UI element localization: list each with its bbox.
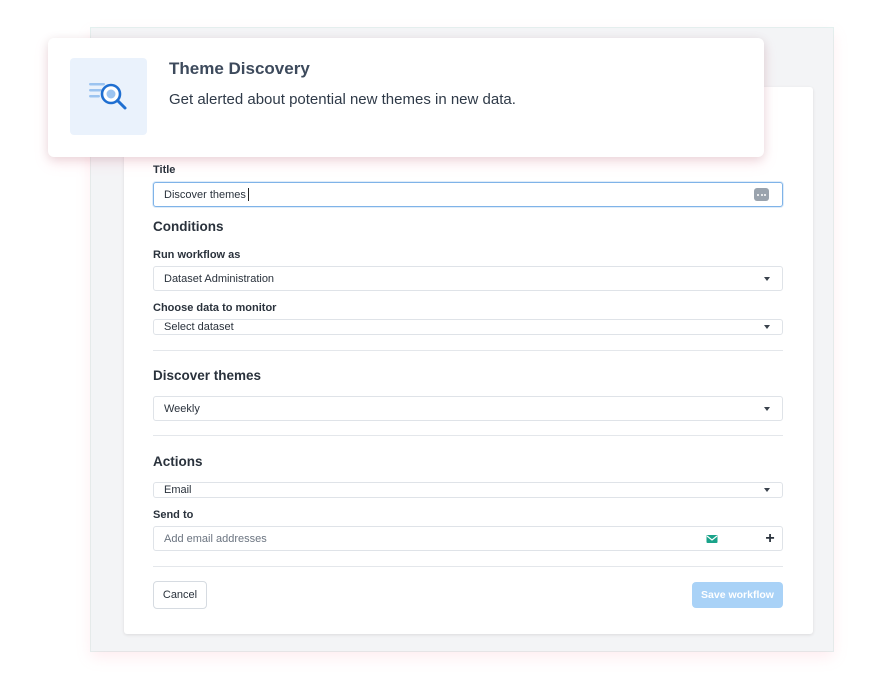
data-label: Choose data to monitor [153,302,277,314]
more-options-icon[interactable] [754,188,769,201]
title-label: Title [153,164,176,176]
title-input[interactable]: Discover themes [153,182,783,207]
header-icon-tile [70,58,147,135]
run-as-label: Run workflow as [153,249,241,261]
text-caret [247,188,249,201]
dataset-select[interactable]: Select dataset [153,319,783,335]
run-as-select[interactable]: Dataset Administration [153,266,783,291]
add-email-button[interactable]: + [758,526,783,551]
title-input-value: Discover themes [164,188,246,201]
cancel-button[interactable]: Cancel [153,581,207,609]
email-icon [706,535,718,543]
workflow-form-card [124,87,813,634]
chevron-down-icon [764,488,770,492]
search-magnify-icon [88,82,126,109]
chevron-down-icon [764,325,770,329]
discover-themes-heading: Discover themes [153,368,262,383]
divider [153,435,783,436]
theme-discovery-header: Theme Discovery Get alerted about potent… [48,38,764,157]
header-subtitle: Get alerted about potential new themes i… [169,91,516,108]
actions-heading: Actions [153,454,203,469]
conditions-heading: Conditions [153,219,224,234]
chevron-down-icon [764,276,770,281]
header-title: Theme Discovery [169,59,310,78]
action-select[interactable]: Email [153,482,783,498]
action-value: Email [164,484,192,496]
frequency-select[interactable]: Weekly [153,396,783,421]
divider [153,350,783,351]
divider [153,566,783,567]
email-input[interactable]: Add email addresses [153,526,759,551]
frequency-value: Weekly [164,402,200,415]
run-as-value: Dataset Administration [164,272,275,285]
send-to-label: Send to [153,509,194,521]
email-input-placeholder: Add email addresses [164,532,267,545]
save-workflow-button[interactable]: Save workflow [692,582,783,608]
dataset-value: Select dataset [164,321,234,333]
chevron-down-icon [764,406,770,411]
